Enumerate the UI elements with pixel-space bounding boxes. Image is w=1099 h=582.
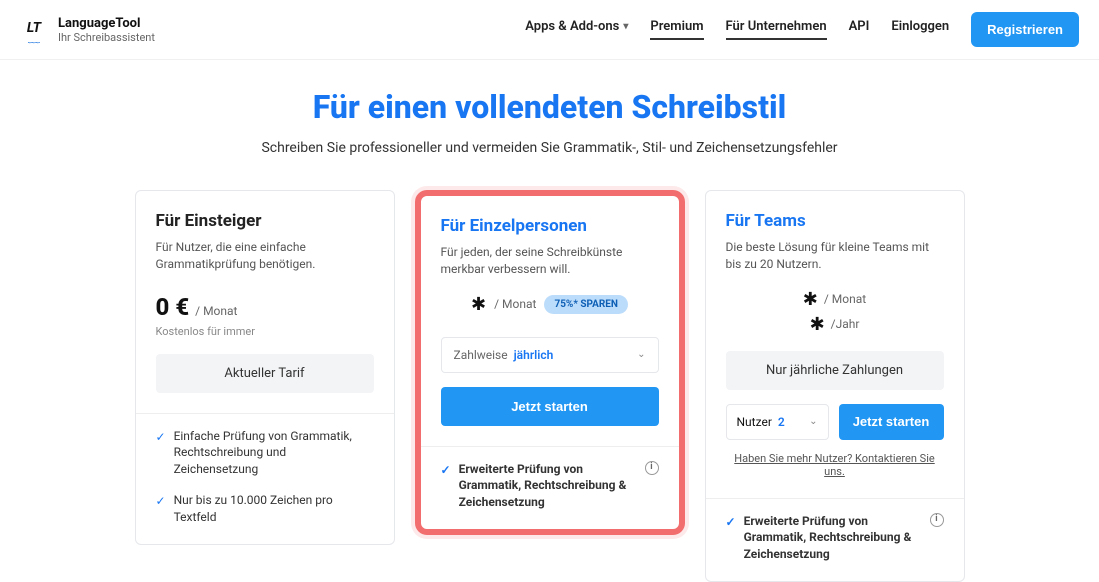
nav-business[interactable]: Für Unternehmen [726, 19, 827, 40]
plan-teams-title: Für Teams [726, 211, 944, 231]
plan-free: Für Einsteiger Für Nutzer, die eine einf… [135, 190, 395, 545]
plan-individual-title: Für Einzelpersonen [441, 216, 659, 236]
hero: Für einen vollendeten Schreibstil Schrei… [0, 88, 1099, 156]
plan-free-button: Aktueller Tarif [156, 354, 374, 393]
price-placeholder-icon: ✱ [803, 289, 818, 310]
check-icon: ✓ [441, 462, 451, 479]
nav-premium[interactable]: Premium [650, 19, 703, 40]
plan-free-feature: ✓ Nur bis zu 10.000 Zeichen pro Textfeld [156, 492, 374, 526]
plan-teams: Für Teams Die beste Lösung für kleine Te… [705, 190, 965, 582]
check-icon: ✓ [726, 514, 736, 531]
check-icon: ✓ [156, 429, 166, 446]
nav-apps[interactable]: Apps & Add-ons ▾ [525, 19, 628, 40]
plan-free-price: 0 € [156, 293, 190, 321]
price-placeholder-icon: ✱ [810, 314, 825, 335]
nav-login[interactable]: Einloggen [891, 19, 949, 40]
plan-free-title: Für Einsteiger [156, 211, 374, 231]
info-icon[interactable]: i [645, 461, 659, 475]
plan-individual-per: / Monat [494, 297, 536, 311]
plan-free-feature: ✓ Einfache Prüfung von Grammatik, Rechts… [156, 428, 374, 478]
chevron-down-icon: ⌄ [637, 349, 645, 360]
nav-api[interactable]: API [849, 19, 870, 40]
logo[interactable]: LT ﹏ LanguageTool Ihr Schreibassistent [20, 16, 155, 44]
save-badge: 75%* SPAREN [544, 295, 628, 314]
plan-free-note: Kostenlos für immer [156, 325, 374, 338]
main-nav: Apps & Add-ons ▾ Premium Für Unternehmen… [525, 12, 1079, 47]
team-users-select[interactable]: Nutzer 2 ⌄ [726, 404, 829, 440]
price-placeholder-icon: ✱ [471, 294, 486, 315]
chevron-down-icon: ▾ [623, 21, 628, 32]
plan-free-desc: Für Nutzer, die eine einfache Grammatikp… [156, 239, 374, 273]
plan-teams-cta[interactable]: Jetzt starten [839, 404, 944, 440]
plan-individual-desc: Für jeden, der seine Schreibkünste merkb… [441, 244, 659, 278]
register-button[interactable]: Registrieren [971, 12, 1079, 47]
check-icon: ✓ [156, 493, 166, 510]
logo-title: LanguageTool [58, 16, 155, 31]
page-subtitle: Schreiben Sie professioneller und vermei… [0, 140, 1099, 156]
info-icon[interactable]: i [930, 513, 944, 527]
pricing-plans: Für Einsteiger Für Nutzer, die eine einf… [20, 190, 1079, 582]
plan-individual-feature: ✓ Erweiterte Prüfung von Grammatik, Rech… [441, 461, 659, 511]
logo-subtitle: Ihr Schreibassistent [58, 31, 155, 44]
page-title: Für einen vollendeten Schreibstil [0, 88, 1099, 126]
plan-teams-desc: Die beste Lösung für kleine Teams mit bi… [726, 239, 944, 273]
plan-individual-cta[interactable]: Jetzt starten [441, 387, 659, 426]
plan-individual: Für Einzelpersonen Für jeden, der seine … [415, 190, 685, 535]
contact-link[interactable]: Haben Sie mehr Nutzer? Kontaktieren Sie … [726, 452, 944, 478]
billing-cycle-select[interactable]: Zahlweise jährlich ⌄ [441, 337, 659, 373]
plan-teams-billing-note: Nur jährliche Zahlungen [726, 351, 944, 390]
chevron-down-icon: ⌄ [809, 416, 817, 427]
logo-icon: LT ﹏ [20, 20, 48, 40]
header: LT ﹏ LanguageTool Ihr Schreibassistent A… [0, 0, 1099, 60]
plan-free-per: / Monat [195, 304, 237, 318]
